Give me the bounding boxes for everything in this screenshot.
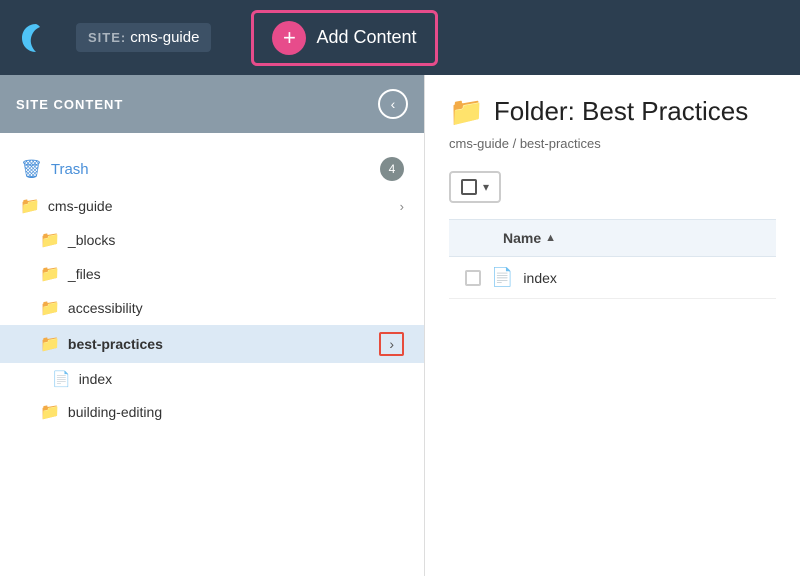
sidebar-item-building-editing[interactable]: 📁 building-editing <box>0 395 424 429</box>
toolbar: ▾ <box>449 171 776 203</box>
select-all-checkbox[interactable] <box>461 179 477 195</box>
main-layout: SITE CONTENT ‹ 🗑 Trash 4 📁 cms-guide › <box>0 75 800 576</box>
chevron-right-icon: › <box>400 199 404 214</box>
folder-title: Folder: Best Practices <box>494 96 748 127</box>
folder-icon: 📁 <box>40 298 60 318</box>
add-content-button[interactable]: + Add Content <box>251 10 437 66</box>
select-all-dropdown[interactable]: ▾ <box>449 171 501 203</box>
add-content-label: Add Content <box>316 27 416 48</box>
folder-header-icon: 📁 <box>449 95 484 128</box>
folder-icon: 📁 <box>40 402 60 422</box>
breadcrumb-site[interactable]: cms-guide <box>449 136 509 151</box>
sidebar: SITE CONTENT ‹ 🗑 Trash 4 📁 cms-guide › <box>0 75 425 576</box>
trash-icon: 🗑 <box>20 159 43 180</box>
folder-label: building-editing <box>68 404 162 420</box>
site-label: SITE: <box>88 30 126 45</box>
table-header: Name ▲ <box>449 219 776 257</box>
folder-icon: 📁 <box>40 230 60 250</box>
header: SITE: cms-guide + Add Content <box>0 0 800 75</box>
right-panel: 📁 Folder: Best Practices cms-guide / bes… <box>425 75 800 576</box>
sidebar-item-blocks[interactable]: 📁 _blocks <box>0 223 424 257</box>
add-content-plus-icon: + <box>272 21 306 55</box>
row-name: index <box>523 270 556 286</box>
sidebar-content: 🗑 Trash 4 📁 cms-guide › 📁 _blocks <box>0 133 424 445</box>
sidebar-title: SITE CONTENT <box>16 97 123 112</box>
folder-label: accessibility <box>68 300 143 316</box>
trash-count-badge: 4 <box>380 157 404 181</box>
collapse-sidebar-button[interactable]: ‹ <box>378 89 408 119</box>
row-file-icon: 📄 <box>491 267 513 288</box>
trash-item[interactable]: 🗑 Trash 4 <box>0 149 424 189</box>
folder-header: 📁 Folder: Best Practices <box>449 95 776 128</box>
file-icon: 📄 <box>52 370 71 388</box>
folder-icon: 📁 <box>40 334 60 354</box>
sidebar-item-best-practices[interactable]: 📁 best-practices › <box>0 325 424 363</box>
folder-label: index <box>79 371 112 387</box>
folder-label: cms-guide <box>48 198 113 214</box>
expand-chevron-button[interactable]: › <box>379 332 404 356</box>
name-column-header[interactable]: Name ▲ <box>503 230 556 246</box>
site-name: cms-guide <box>130 29 199 46</box>
dropdown-arrow-icon: ▾ <box>483 180 489 194</box>
folder-label: best-practices <box>68 336 163 352</box>
folder-icon: 📁 <box>40 264 60 284</box>
row-checkbox[interactable] <box>465 270 481 286</box>
trash-label: Trash <box>51 161 89 178</box>
folder-icon: 📁 <box>20 196 40 216</box>
breadcrumb-sep: / <box>513 136 520 151</box>
sidebar-item-index[interactable]: 📄 index <box>0 363 424 395</box>
sidebar-item-files[interactable]: 📁 _files <box>0 257 424 291</box>
breadcrumb: cms-guide / best-practices <box>449 136 776 151</box>
folder-label: _blocks <box>68 232 115 248</box>
breadcrumb-path: best-practices <box>520 136 601 151</box>
sidebar-item-accessibility[interactable]: 📁 accessibility <box>0 291 424 325</box>
trash-left: 🗑 Trash <box>20 159 89 180</box>
sidebar-header: SITE CONTENT ‹ <box>0 75 424 133</box>
site-info: SITE: cms-guide <box>76 23 211 52</box>
table-row[interactable]: 📄 index <box>449 257 776 299</box>
folder-label: _files <box>68 266 101 282</box>
sidebar-item-cms-guide[interactable]: 📁 cms-guide › <box>0 189 424 223</box>
sort-ascending-icon: ▲ <box>545 232 556 244</box>
app-logo <box>16 18 56 58</box>
